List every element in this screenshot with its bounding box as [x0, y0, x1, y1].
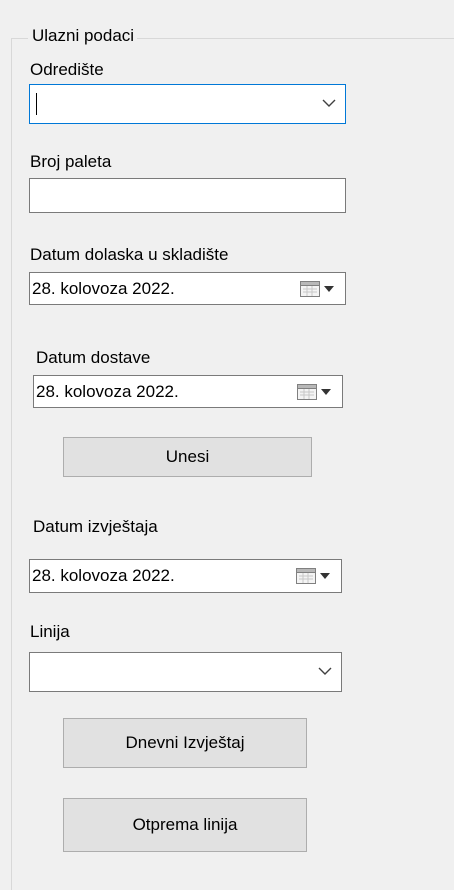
line-combobox[interactable] [29, 652, 342, 692]
arrival-date-value: 28. kolovoza 2022. [32, 279, 175, 298]
daily-report-button[interactable]: Dnevni Izvještaj [63, 718, 307, 768]
enter-button[interactable]: Unesi [63, 437, 312, 477]
text-cursor [36, 93, 37, 115]
destination-label: Odredište [30, 60, 104, 79]
line-label: Linija [30, 622, 70, 641]
delivery-date-picker[interactable]: 28. kolovoza 2022. [33, 375, 343, 408]
delivery-date-value: 28. kolovoza 2022. [36, 382, 179, 401]
calendar-dropdown-icon[interactable] [299, 279, 339, 299]
chevron-down-icon[interactable] [317, 665, 333, 677]
destination-combobox[interactable] [29, 84, 346, 124]
report-date-picker[interactable]: 28. kolovoza 2022. [29, 559, 342, 593]
pallets-label: Broj paleta [30, 152, 112, 171]
delivery-date-label: Datum dostave [36, 348, 151, 367]
arrival-date-picker[interactable]: 28. kolovoza 2022. [29, 272, 346, 305]
line-shipment-button[interactable]: Otprema linija [63, 798, 307, 852]
calendar-dropdown-icon[interactable] [295, 566, 335, 586]
report-date-label: Datum izvještaja [33, 517, 158, 536]
pallets-input[interactable] [29, 178, 346, 213]
calendar-dropdown-icon[interactable] [296, 382, 336, 402]
groupbox-title: Ulazni podaci [28, 22, 138, 50]
chevron-down-icon[interactable] [321, 97, 337, 109]
arrival-date-label: Datum dolaska u skladište [30, 245, 229, 264]
report-date-value: 28. kolovoza 2022. [32, 566, 175, 585]
